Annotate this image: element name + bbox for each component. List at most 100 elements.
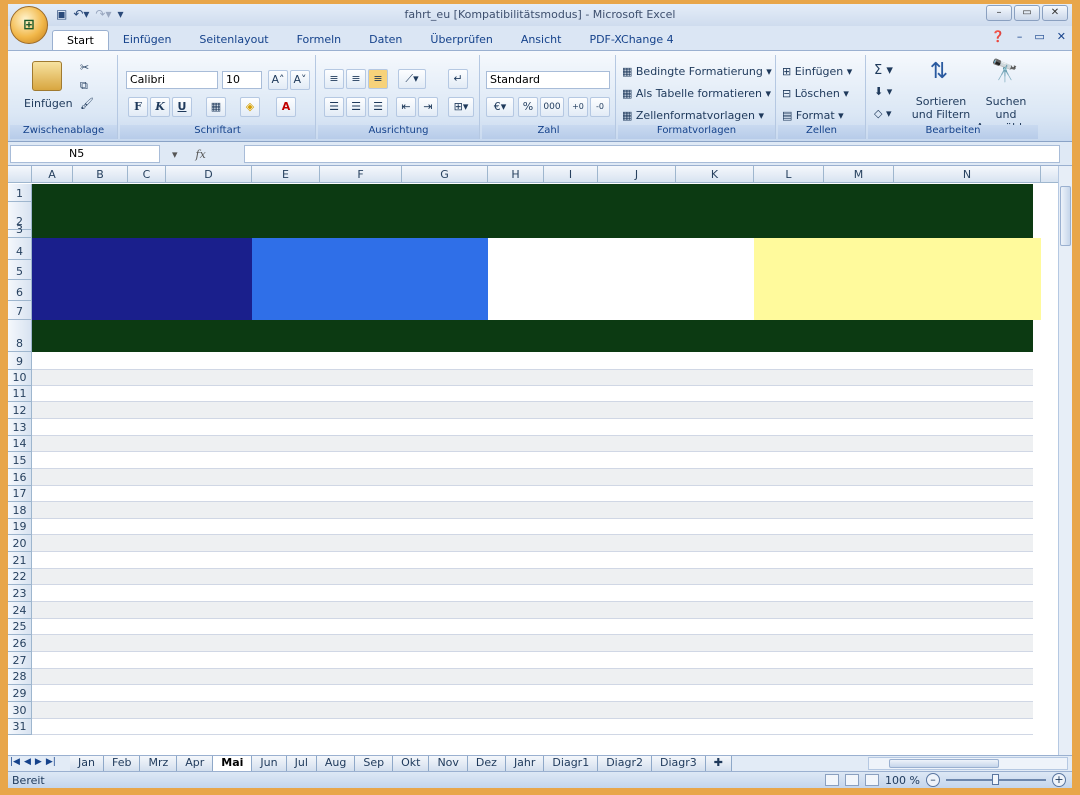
row-header-16[interactable]: 16 <box>8 469 32 486</box>
trip-cell[interactable] <box>252 352 320 370</box>
column-header-h[interactable]: H <box>488 166 544 183</box>
privat-km-value[interactable] <box>166 260 252 280</box>
row-header-17[interactable]: 17 <box>8 486 32 502</box>
trip-cell[interactable] <box>128 370 166 386</box>
page-break-view-icon[interactable] <box>865 774 880 786</box>
row-header-31[interactable]: 31 <box>8 719 32 735</box>
customize-qat-icon[interactable]: ▾ <box>118 7 124 21</box>
align-left-icon[interactable]: ☰ <box>324 97 344 117</box>
zoom-slider[interactable] <box>946 774 1046 785</box>
row-header-29[interactable]: 29 <box>8 685 32 702</box>
ribbon-close-icon[interactable]: ✕ <box>1057 30 1066 43</box>
trip-cell[interactable] <box>488 352 544 370</box>
column-header-l[interactable]: L <box>754 166 824 183</box>
column-header-f[interactable]: F <box>320 166 402 183</box>
minimize-icon[interactable]: – <box>986 5 1012 21</box>
trip-cell[interactable] <box>166 402 252 419</box>
trip-cell[interactable] <box>402 370 488 386</box>
column-header-m[interactable]: M <box>824 166 894 183</box>
row-header-28[interactable]: 28 <box>8 669 32 685</box>
row-header-1[interactable]: 1 <box>8 184 32 202</box>
trip-cell[interactable] <box>32 436 73 452</box>
trip-cell[interactable] <box>598 436 676 452</box>
geschaeftl-std-value[interactable] <box>402 301 488 320</box>
vertical-scrollbar[interactable] <box>1058 166 1072 755</box>
ribbon-tab-ansicht[interactable]: Ansicht <box>507 30 576 50</box>
ribbon-restore-icon[interactable]: ▭ <box>1034 30 1044 43</box>
row-header-5[interactable]: 5 <box>8 260 32 280</box>
sheet-tab-diagr3[interactable]: Diagr3 <box>651 756 706 771</box>
trip-cell[interactable] <box>32 419 73 436</box>
horizontal-scrollbar[interactable] <box>868 757 1068 770</box>
trip-cell[interactable] <box>166 386 252 402</box>
format-painter-icon[interactable]: 🖌 <box>80 97 94 110</box>
row-header-15[interactable]: 15 <box>8 452 32 469</box>
row-header-23[interactable]: 23 <box>8 585 32 602</box>
number-format-select[interactable]: Standard <box>486 71 610 89</box>
sheet-tab-jun[interactable]: Jun <box>252 756 287 771</box>
trip-cell[interactable] <box>544 370 598 386</box>
trip-cell[interactable] <box>676 436 754 452</box>
row-header-13[interactable]: 13 <box>8 419 32 436</box>
column-header-i[interactable]: I <box>544 166 598 183</box>
trip-cell[interactable] <box>166 436 252 452</box>
trip-cell[interactable] <box>958 402 1042 419</box>
trip-cell[interactable] <box>166 370 252 386</box>
last-sheet-icon[interactable]: ▶| <box>46 757 56 767</box>
row-header-4[interactable]: 4 <box>8 238 32 260</box>
trip-cell[interactable] <box>598 452 676 469</box>
prev-sheet-icon[interactable]: ◀ <box>24 757 31 767</box>
geschaeftl-km-value[interactable] <box>402 260 488 280</box>
row-header-21[interactable]: 21 <box>8 552 32 569</box>
trip-cell[interactable] <box>824 436 894 452</box>
percent-button[interactable]: % <box>518 97 538 117</box>
next-sheet-icon[interactable]: ▶ <box>35 757 42 767</box>
fill-icon[interactable]: ⬇ ▾ <box>874 85 892 98</box>
sheet-tab-diagr2[interactable]: Diagr2 <box>598 756 652 771</box>
column-header-b[interactable]: B <box>73 166 128 183</box>
trip-cell[interactable] <box>402 402 488 419</box>
align-bottom-icon[interactable]: ≡ <box>368 69 388 89</box>
row-header-25[interactable]: 25 <box>8 619 32 635</box>
trip-cell[interactable] <box>166 352 252 370</box>
undo-icon[interactable]: ↶▾ <box>73 7 89 21</box>
ribbon-tab-einf-gen[interactable]: Einfügen <box>109 30 186 50</box>
privat-std-value[interactable] <box>166 301 252 320</box>
gesamt-km-value[interactable] <box>676 260 754 280</box>
select-all-corner[interactable] <box>8 166 32 183</box>
trip-cell[interactable] <box>73 402 128 419</box>
trip-cell[interactable] <box>166 419 252 436</box>
trip-cell[interactable] <box>73 352 128 370</box>
trip-cell[interactable] <box>32 386 73 402</box>
ribbon-tab-start[interactable]: Start <box>52 30 109 50</box>
worksheet-grid[interactable]: A B C D E F G H I J K L M N 1 2 3 4 5 6 7 8 9 10 11 12 13 14 15 16 17 1… <box>8 166 1072 755</box>
ribbon-tab-pdf-xchange-4[interactable]: PDF-XChange 4 <box>575 30 687 50</box>
horizontal-scroll-thumb[interactable] <box>889 759 999 768</box>
privat-benzin-value[interactable] <box>166 280 252 301</box>
decrease-indent-icon[interactable]: ⇤ <box>396 97 416 117</box>
merge-center-icon[interactable]: ⊞▾ <box>448 97 474 117</box>
sheet-tab-sep[interactable]: Sep <box>355 756 394 771</box>
vertical-scroll-thumb[interactable] <box>1060 186 1071 246</box>
row-header-3[interactable]: 3 <box>8 223 32 238</box>
align-center-icon[interactable]: ☰ <box>346 97 366 117</box>
trip-cell[interactable] <box>598 352 676 370</box>
endtacho-value[interactable] <box>894 238 1041 260</box>
sheet-tab-feb[interactable]: Feb <box>103 756 141 771</box>
increase-indent-icon[interactable]: ⇥ <box>418 97 438 117</box>
sort-filter-icon[interactable]: ⇅ <box>924 59 954 89</box>
trip-cell[interactable] <box>676 370 754 386</box>
bold-button[interactable]: F <box>128 97 148 117</box>
row-header-11[interactable]: 11 <box>8 386 32 402</box>
wrap-text-icon[interactable]: ↵ <box>448 69 468 89</box>
page-layout-view-icon[interactable] <box>845 774 860 786</box>
maximize-icon[interactable]: ▭ <box>1014 5 1040 21</box>
paste-button[interactable]: Einfügen <box>24 97 73 110</box>
formula-input[interactable] <box>244 145 1060 163</box>
gesamt-std-value[interactable] <box>676 301 754 320</box>
cell-styles-button[interactable]: ▦ Zellenformatvorlagen ▾ <box>622 109 764 122</box>
font-name-select[interactable]: Calibri <box>126 71 218 89</box>
row-header-24[interactable]: 24 <box>8 602 32 619</box>
sheet-tab-dez[interactable]: Dez <box>467 756 506 771</box>
trip-cell[interactable] <box>402 436 488 452</box>
